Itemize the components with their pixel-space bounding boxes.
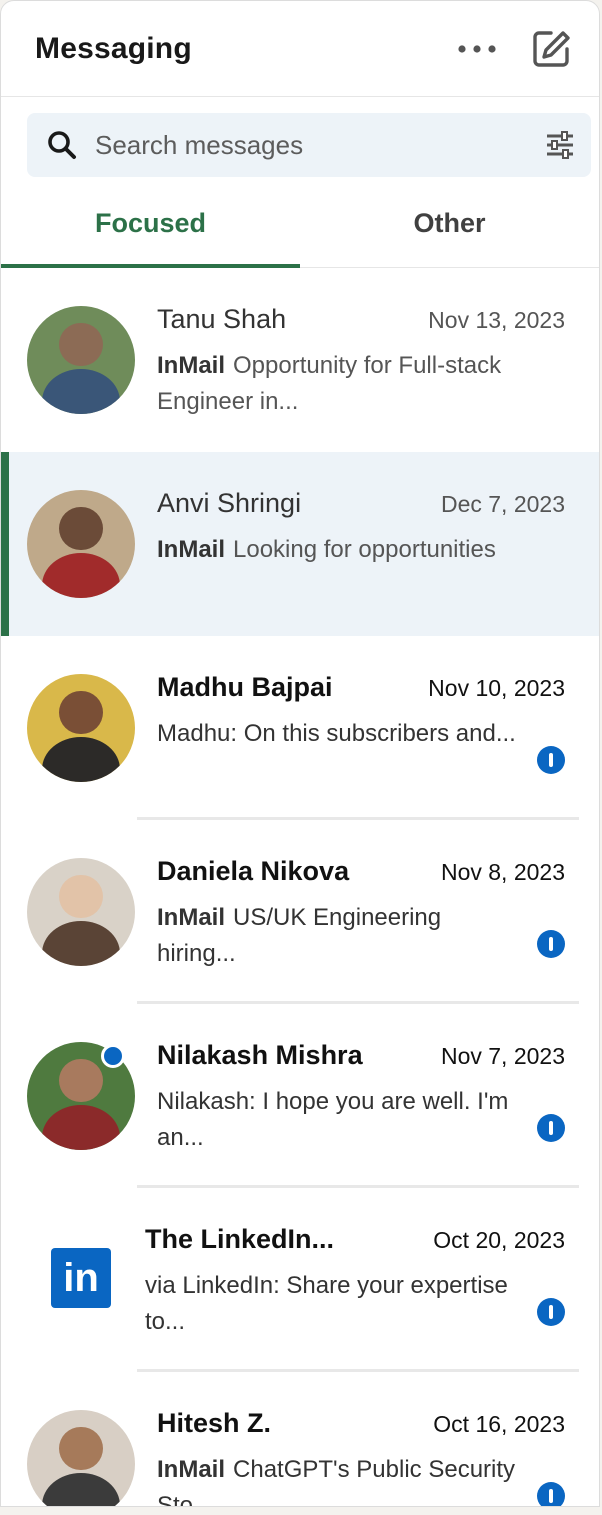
messaging-header: Messaging: [1, 1, 599, 97]
conversation-item[interactable]: Madhu Bajpai Nov 10, 2023 Madhu: On this…: [1, 636, 599, 820]
unread-indicator-icon: [537, 1114, 565, 1142]
ellipsis-icon: [458, 44, 496, 53]
sender-name: Anvi Shringi: [157, 488, 302, 518]
search-bar: [27, 113, 591, 177]
avatar: [27, 858, 135, 966]
inmail-label: InMail: [157, 904, 226, 931]
preview-text: Nilakash: I hope you are well. I'm an...: [157, 1088, 509, 1151]
avatar: [27, 674, 135, 782]
conversation-item[interactable]: Nilakash Mishra Nov 7, 2023 Nilakash: I …: [1, 1004, 599, 1188]
unread-indicator-icon: [537, 1298, 565, 1326]
unread-indicator-icon: [537, 1482, 565, 1506]
search-icon: [48, 131, 76, 159]
preview-text: Looking for opportunities: [233, 536, 496, 563]
avatar: [27, 1039, 135, 1150]
sender-name: Madhu Bajpai: [157, 672, 333, 702]
sender-name: Nilakash Mishra: [157, 1040, 363, 1070]
message-preview: InMail ChatGPT's Public Security Sto...: [157, 1452, 525, 1506]
preview-text: via LinkedIn: Share your expertise to...: [145, 1272, 508, 1335]
message-preview: InMail US/UK Engineering hiring...: [157, 900, 525, 972]
sender-name: Tanu Shah: [157, 304, 287, 334]
page-title: Messaging: [35, 31, 192, 65]
conversation-item[interactable]: in The LinkedIn... Oct 20, 2023 via Link…: [1, 1188, 599, 1372]
conversation-item-selected[interactable]: Anvi Shringi Dec 7, 2023 InMail Looking f…: [1, 452, 599, 636]
message-tabs: Focused Other: [1, 179, 599, 268]
inmail-label: InMail: [157, 1456, 226, 1483]
message-preview: via LinkedIn: Share your expertise to...: [145, 1268, 525, 1340]
avatar: [27, 490, 135, 598]
avatar: [27, 306, 135, 414]
message-preview: Madhu: On this subscribers and...: [157, 716, 525, 788]
linkedin-logo-icon: in: [51, 1248, 111, 1308]
filter-button[interactable]: [545, 131, 575, 159]
search-container: [1, 97, 599, 177]
conversation-list: Tanu Shah Nov 13, 2023 InMail Opportunity…: [1, 268, 599, 1506]
inmail-label: InMail: [157, 536, 226, 563]
sender-name: The LinkedIn...: [145, 1224, 335, 1254]
message-preview: Nilakash: I hope you are well. I'm an...: [157, 1084, 525, 1156]
filter-sliders-icon: [547, 131, 573, 159]
message-date: Oct 16, 2023: [433, 1411, 565, 1437]
more-options-button[interactable]: [449, 21, 505, 77]
message-date: Dec 7, 2023: [440, 491, 565, 517]
message-preview: InMail Opportunity for Full-stack Enginee…: [157, 348, 565, 420]
sender-name: Daniela Nikova: [157, 856, 350, 886]
message-date: Nov 8, 2023: [440, 859, 565, 885]
unread-indicator-icon: [537, 930, 565, 958]
message-date: Oct 20, 2023: [433, 1227, 565, 1253]
preview-text: Madhu: On this subscribers and...: [157, 720, 516, 747]
compose-message-button[interactable]: [523, 21, 579, 77]
unread-indicator-icon: [537, 746, 565, 774]
message-date: Nov 10, 2023: [428, 675, 565, 701]
tab-focused[interactable]: Focused: [1, 179, 300, 268]
conversation-item[interactable]: Tanu Shah Nov 13, 2023 InMail Opportunity…: [1, 268, 599, 452]
search-input[interactable]: [93, 128, 545, 162]
sender-name: Hitesh Z.: [157, 1408, 272, 1438]
message-date: Nov 13, 2023: [428, 307, 565, 333]
compose-icon: [533, 30, 570, 67]
inmail-label: InMail: [157, 352, 226, 379]
message-preview: InMail Looking for opportunities: [157, 532, 565, 604]
tab-other[interactable]: Other: [300, 179, 599, 267]
conversation-item[interactable]: Daniela Nikova Nov 8, 2023 InMail US/UK E…: [1, 820, 599, 1004]
conversation-item[interactable]: Hitesh Z. Oct 16, 2023 InMail ChatGPT's P…: [1, 1372, 599, 1506]
messaging-panel: Messaging Search messages Focused Other …: [0, 0, 600, 1507]
message-date: Nov 7, 2023: [440, 1043, 565, 1069]
avatar: [27, 1410, 135, 1506]
